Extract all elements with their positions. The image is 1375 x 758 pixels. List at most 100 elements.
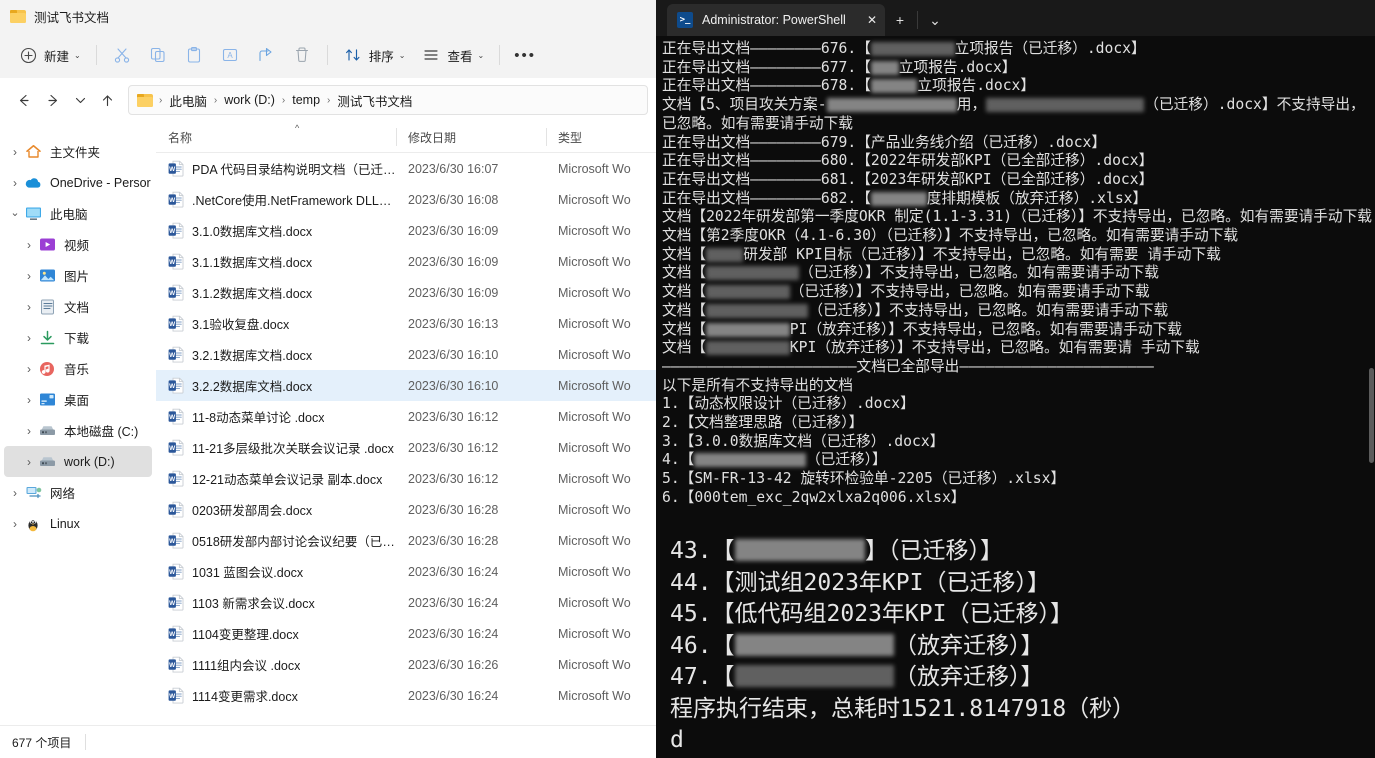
chevron-right-icon[interactable]: › (20, 394, 38, 406)
chevron-right-icon[interactable]: › (6, 177, 24, 189)
breadcrumb-item-1[interactable]: work (D:) (221, 93, 278, 107)
file-explorer-window[interactable]: 测试飞书文档 新建 ⌄ A (0, 0, 656, 758)
scrollbar-thumb[interactable] (1369, 368, 1374, 463)
file-list-pane[interactable]: 名称 修改日期 类型 ^ WPDA 代码目录结构说明文档（已迁移）....202… (156, 122, 656, 725)
sidebar-item-7[interactable]: ›音乐 (4, 353, 152, 384)
file-type-cell: Microsoft Wo (546, 286, 656, 300)
table-row[interactable]: W3.1.0数据库文档.docx2023/6/30 16:09Microsoft… (156, 215, 656, 246)
sort-button[interactable]: 排序 ⌄ (335, 39, 414, 71)
close-icon[interactable]: ✕ (867, 13, 877, 27)
table-row[interactable]: W12-21动态菜单会议记录 副本.docx2023/6/30 16:12Mic… (156, 463, 656, 494)
column-header-date[interactable]: 修改日期 (396, 122, 546, 152)
svg-text:A: A (227, 51, 233, 60)
word-document-icon: W (168, 594, 184, 611)
sidebar-item-11[interactable]: ›网络 (4, 477, 152, 508)
redacted-text (735, 539, 866, 561)
chevron-right-icon[interactable]: › (20, 363, 38, 375)
terminal-tab-bar[interactable]: >_ Administrator: PowerShell ✕ + ⌄ (656, 0, 1375, 36)
table-row[interactable]: W11-21多层级批次关联会议记录 .docx2023/6/30 16:12Mi… (156, 432, 656, 463)
delete-button[interactable] (284, 39, 320, 71)
file-name-cell: W3.1.0数据库文档.docx (156, 221, 396, 240)
table-row[interactable]: W11-8动态菜单讨论 .docx2023/6/30 16:12Microsof… (156, 401, 656, 432)
file-name-cell: W3.1验收复盘.docx (156, 314, 396, 333)
table-row[interactable]: W1103 新需求会议.docx2023/6/30 16:24Microsoft… (156, 587, 656, 618)
table-row[interactable]: W.NetCore使用.NetFramework DLL方案…2023/6/30… (156, 184, 656, 215)
table-row[interactable]: W1114变更需求.docx2023/6/30 16:24Microsoft W… (156, 680, 656, 711)
redacted-text (706, 248, 743, 262)
share-button[interactable] (248, 39, 284, 71)
sidebar-item-3[interactable]: ›视频 (4, 229, 152, 260)
chevron-right-icon[interactable]: › (6, 518, 24, 530)
cut-button[interactable] (104, 39, 140, 71)
chevron-right-icon[interactable]: › (20, 456, 38, 468)
drive-icon (38, 422, 56, 440)
file-name-label: 0518研发部内部讨论会议纪要（已迁移… (192, 531, 396, 550)
chevron-right-icon[interactable]: › (20, 332, 38, 344)
column-header-name[interactable]: 名称 (156, 122, 396, 152)
navigation-pane[interactable]: ›主文件夹›OneDrive - Persor⌄此电脑›视频›图片›文档›下载›… (0, 122, 156, 725)
breadcrumb-item-0[interactable]: 此电脑 (166, 91, 210, 110)
sidebar-item-12[interactable]: ›Linux (4, 508, 152, 539)
sidebar-item-6[interactable]: ›下载 (4, 322, 152, 353)
forward-button[interactable] (38, 85, 68, 115)
file-name-cell: W3.1.1数据库文档.docx (156, 252, 396, 271)
redacted-text (694, 453, 806, 467)
sidebar-item-2[interactable]: ⌄此电脑 (4, 198, 152, 229)
word-document-icon: W (168, 563, 184, 580)
svg-text:W: W (169, 445, 176, 452)
breadcrumb[interactable]: › 此电脑 › work (D:) › temp › 测试飞书文档 (128, 85, 648, 115)
terminal-console-body[interactable]: 正在导出文档————————676.【立项报告（已迁移）.docx】 正在导出文… (656, 36, 1375, 528)
chevron-down-icon: ⌄ (399, 52, 406, 60)
chevron-right-icon[interactable]: › (20, 301, 38, 313)
new-button[interactable]: 新建 ⌄ (10, 39, 89, 71)
table-row[interactable]: W3.2.1数据库文档.docx2023/6/30 16:10Microsoft… (156, 339, 656, 370)
word-document-icon: W (168, 222, 184, 239)
table-row[interactable]: WPDA 代码目录结构说明文档（已迁移）....2023/6/30 16:07M… (156, 153, 656, 184)
breadcrumb-item-3[interactable]: 测试飞书文档 (334, 91, 415, 110)
sidebar-item-10[interactable]: ›work (D:) (4, 446, 152, 477)
explorer-tab-bar[interactable]: 测试飞书文档 (0, 0, 656, 32)
table-row[interactable]: W1104变更整理.docx2023/6/30 16:24Microsoft W… (156, 618, 656, 649)
terminal-tab-powershell[interactable]: >_ Administrator: PowerShell ✕ (667, 4, 885, 36)
file-date-cell: 2023/6/30 16:24 (396, 627, 546, 641)
downloads-icon (38, 329, 56, 347)
up-button[interactable] (92, 85, 122, 115)
sidebar-item-5[interactable]: ›文档 (4, 291, 152, 322)
table-row[interactable]: W1031 蓝图会议.docx2023/6/30 16:24Microsoft … (156, 556, 656, 587)
table-row[interactable]: W1111组内会议 .docx2023/6/30 16:26Microsoft … (156, 649, 656, 680)
word-document-icon: W (168, 656, 184, 673)
copy-button[interactable] (140, 39, 176, 71)
table-row[interactable]: W0203研发部周会.docx2023/6/30 16:28Microsoft … (156, 494, 656, 525)
column-header-type[interactable]: 类型 (546, 122, 656, 152)
svg-text:W: W (169, 259, 176, 266)
view-button[interactable]: 查看 ⌄ (413, 39, 492, 71)
terminal-scrollbar[interactable] (1369, 38, 1374, 468)
sidebar-item-0[interactable]: ›主文件夹 (4, 136, 152, 167)
recent-locations-button[interactable] (68, 85, 92, 115)
new-tab-button[interactable]: + (885, 4, 915, 36)
file-date-cell: 2023/6/30 16:10 (396, 379, 546, 393)
chevron-right-icon[interactable]: › (20, 239, 38, 251)
chevron-down-icon[interactable]: ⌄ (6, 208, 24, 219)
more-options-button[interactable]: ••• (507, 39, 543, 71)
paste-button[interactable] (176, 39, 212, 71)
table-row[interactable]: W3.1验收复盘.docx2023/6/30 16:13Microsoft Wo (156, 308, 656, 339)
toolbar-divider-1 (96, 45, 97, 65)
sidebar-item-8[interactable]: ›桌面 (4, 384, 152, 415)
sidebar-item-1[interactable]: ›OneDrive - Persor (4, 167, 152, 198)
table-row[interactable]: W3.2.2数据库文档.docx2023/6/30 16:10Microsoft… (156, 370, 656, 401)
sidebar-item-9[interactable]: ›本地磁盘 (C:) (4, 415, 152, 446)
rename-button[interactable]: A (212, 39, 248, 71)
breadcrumb-item-2[interactable]: temp (289, 93, 323, 107)
powershell-terminal-window[interactable]: >_ Administrator: PowerShell ✕ + ⌄ 正在导出文… (656, 0, 1375, 528)
table-row[interactable]: W3.1.1数据库文档.docx2023/6/30 16:09Microsoft… (156, 246, 656, 277)
chevron-right-icon[interactable]: › (6, 487, 24, 499)
sidebar-item-4[interactable]: ›图片 (4, 260, 152, 291)
table-row[interactable]: W3.1.2数据库文档.docx2023/6/30 16:09Microsoft… (156, 277, 656, 308)
chevron-right-icon[interactable]: › (20, 425, 38, 437)
chevron-right-icon[interactable]: › (20, 270, 38, 282)
back-button[interactable] (8, 85, 38, 115)
chevron-right-icon[interactable]: › (6, 146, 24, 158)
table-row[interactable]: W0518研发部内部讨论会议纪要（已迁移…2023/6/30 16:28Micr… (156, 525, 656, 556)
tab-dropdown-button[interactable]: ⌄ (920, 4, 950, 36)
